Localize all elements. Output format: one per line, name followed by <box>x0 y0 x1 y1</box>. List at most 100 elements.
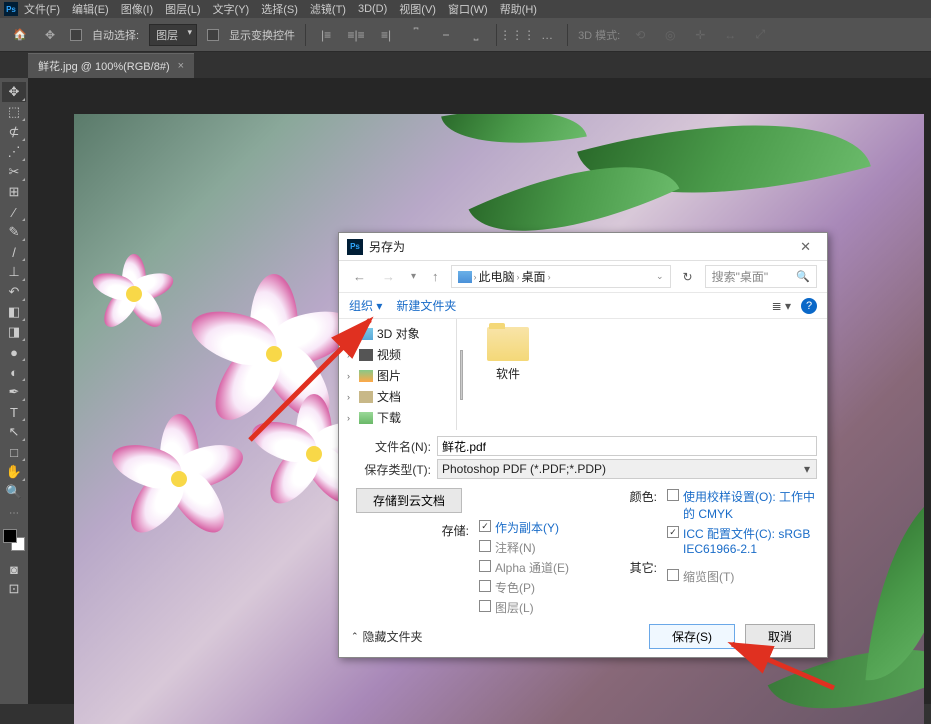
tree-item[interactable]: ›下载 <box>339 407 456 428</box>
icc-checkbox[interactable] <box>667 526 679 538</box>
3d-slide-icon[interactable]: ↔ <box>720 25 740 45</box>
menu-help[interactable]: 帮助(H) <box>500 1 537 17</box>
quickmask-icon[interactable]: ◙ <box>2 559 26 579</box>
close-icon[interactable]: ✕ <box>792 235 819 259</box>
3d-roll-icon[interactable]: ◎ <box>660 25 680 45</box>
frame-tool[interactable]: ⊞ <box>2 182 26 202</box>
new-folder-button[interactable]: 新建文件夹 <box>396 297 456 314</box>
align-left-icon[interactable]: |≡ <box>316 25 336 45</box>
blur-tool[interactable]: ● <box>2 342 26 362</box>
lasso-tool[interactable]: ⊄ <box>2 122 26 142</box>
menu-layer[interactable]: 图层(L) <box>165 1 200 17</box>
shape-tool[interactable]: □ <box>2 442 26 462</box>
notes-checkbox[interactable] <box>479 540 491 552</box>
show-transform-checkbox[interactable] <box>207 29 219 41</box>
tree-item[interactable]: ›图片 <box>339 365 456 386</box>
foreground-color[interactable] <box>3 529 17 543</box>
tree-item[interactable]: ›音乐 <box>339 428 456 430</box>
menu-select[interactable]: 选择(S) <box>261 1 298 17</box>
distribute-icon[interactable]: ⋮⋮⋮ <box>507 25 527 45</box>
menu-3d[interactable]: 3D(D) <box>358 3 387 15</box>
move-tool[interactable]: ✥ <box>2 82 26 102</box>
marquee-tool[interactable]: ⬚ <box>2 102 26 122</box>
help-icon[interactable]: ? <box>801 298 817 314</box>
path-select-tool[interactable]: ↖ <box>2 422 26 442</box>
stamp-tool[interactable]: ⊥ <box>2 262 26 282</box>
chevron-down-icon[interactable]: ⌄ <box>656 271 664 282</box>
file-area[interactable]: 软件 <box>465 319 827 430</box>
recent-dropdown-icon[interactable]: ▾ <box>407 269 420 284</box>
refresh-icon[interactable]: ↻ <box>679 268 697 286</box>
filename-input[interactable] <box>437 436 817 456</box>
3d-pan-icon[interactable]: ✛ <box>690 25 710 45</box>
eraser-tool[interactable]: ◧ <box>2 302 26 322</box>
menu-view[interactable]: 视图(V) <box>399 1 436 17</box>
3d-orbit-icon[interactable]: ⟲ <box>630 25 650 45</box>
forward-button[interactable]: → <box>378 267 399 286</box>
view-options-icon[interactable]: ≣ ▾ <box>772 299 791 313</box>
save-button[interactable]: 保存(S) <box>649 624 735 649</box>
cancel-button[interactable]: 取消 <box>745 624 815 649</box>
color-label: 颜色: <box>607 488 657 505</box>
home-icon[interactable]: 🏠 <box>10 25 30 45</box>
filetype-dropdown[interactable]: Photoshop PDF (*.PDF;*.PDP) <box>437 459 817 479</box>
brush-tool[interactable]: / <box>2 242 26 262</box>
breadcrumb-desktop[interactable]: 桌面 <box>522 268 546 285</box>
color-swatches[interactable] <box>3 529 25 551</box>
align-bottom-icon[interactable]: ⎵ <box>466 25 486 45</box>
align-top-icon[interactable]: ⎴ <box>406 25 426 45</box>
auto-select-checkbox[interactable] <box>70 29 82 41</box>
hide-folders-toggle[interactable]: ⌃ 隐藏文件夹 <box>351 628 423 645</box>
screenmode-icon[interactable]: ⊡ <box>2 579 26 599</box>
dodge-tool[interactable]: ◐ <box>2 362 26 382</box>
folder-item[interactable]: 软件 <box>473 327 543 382</box>
zoom-tool[interactable]: 🔍 <box>2 482 26 502</box>
align-middle-icon[interactable]: ⎯ <box>436 25 456 45</box>
search-input[interactable]: 搜索"桌面" 🔍 <box>705 265 817 288</box>
history-brush-tool[interactable]: ↶ <box>2 282 26 302</box>
breadcrumb-pc[interactable]: 此电脑 <box>479 268 515 285</box>
tree-item-label: 图片 <box>377 367 401 384</box>
search-placeholder: 搜索"桌面" <box>712 268 769 285</box>
hand-tool[interactable]: ✋ <box>2 462 26 482</box>
organize-button[interactable]: 组织 ▾ <box>349 297 382 314</box>
edit-toolbar-icon[interactable]: ⋯ <box>9 508 19 519</box>
tree-item[interactable]: ›文档 <box>339 386 456 407</box>
tree-item[interactable]: ›3D 对象 <box>339 323 456 344</box>
menu-file[interactable]: 文件(F) <box>24 1 60 17</box>
pen-tool[interactable]: ✒ <box>2 382 26 402</box>
breadcrumb[interactable]: › 此电脑 › 桌面 › ⌄ <box>451 265 671 288</box>
alpha-checkbox[interactable] <box>479 560 491 572</box>
align-center-icon[interactable]: ≡|≡ <box>346 25 366 45</box>
quick-select-tool[interactable]: ⋰ <box>2 142 26 162</box>
spot-checkbox[interactable] <box>479 580 491 592</box>
healing-tool[interactable]: ✎ <box>2 222 26 242</box>
layers-checkbox[interactable] <box>479 600 491 612</box>
align-right-icon[interactable]: ≡| <box>376 25 396 45</box>
3d-scale-icon[interactable]: ⤢ <box>750 25 770 45</box>
menu-edit[interactable]: 编辑(E) <box>72 1 109 17</box>
gradient-tool[interactable]: ◨ <box>2 322 26 342</box>
save-to-cloud-button[interactable]: 存储到云文档 <box>356 488 462 513</box>
splitter[interactable] <box>457 319 465 430</box>
menu-filter[interactable]: 滤镜(T) <box>310 1 346 17</box>
folder-tree[interactable]: ›3D 对象›视频›图片›文档›下载›音乐›面 <box>339 319 457 430</box>
chevron-right-icon: › <box>347 413 350 423</box>
proof-checkbox[interactable] <box>667 489 679 501</box>
eyedropper-tool[interactable]: ⁄ <box>2 202 26 222</box>
layer-dropdown[interactable]: 图层 <box>149 24 197 46</box>
menu-window[interactable]: 窗口(W) <box>448 1 488 17</box>
back-button[interactable]: ← <box>349 267 370 286</box>
close-icon[interactable]: × <box>178 60 184 72</box>
up-button[interactable]: ↑ <box>428 267 443 286</box>
more-icon[interactable]: … <box>537 25 557 45</box>
document-tab[interactable]: 鲜花.jpg @ 100%(RGB/8#) × <box>28 53 194 78</box>
as-copy-checkbox[interactable] <box>479 520 491 532</box>
tree-item[interactable]: ›视频 <box>339 344 456 365</box>
thumb-checkbox[interactable] <box>667 569 679 581</box>
menu-image[interactable]: 图像(I) <box>121 1 153 17</box>
type-tool[interactable]: T <box>2 402 26 422</box>
chevron-right-icon: › <box>347 329 350 339</box>
crop-tool[interactable]: ✂ <box>2 162 26 182</box>
menu-type[interactable]: 文字(Y) <box>213 1 250 17</box>
